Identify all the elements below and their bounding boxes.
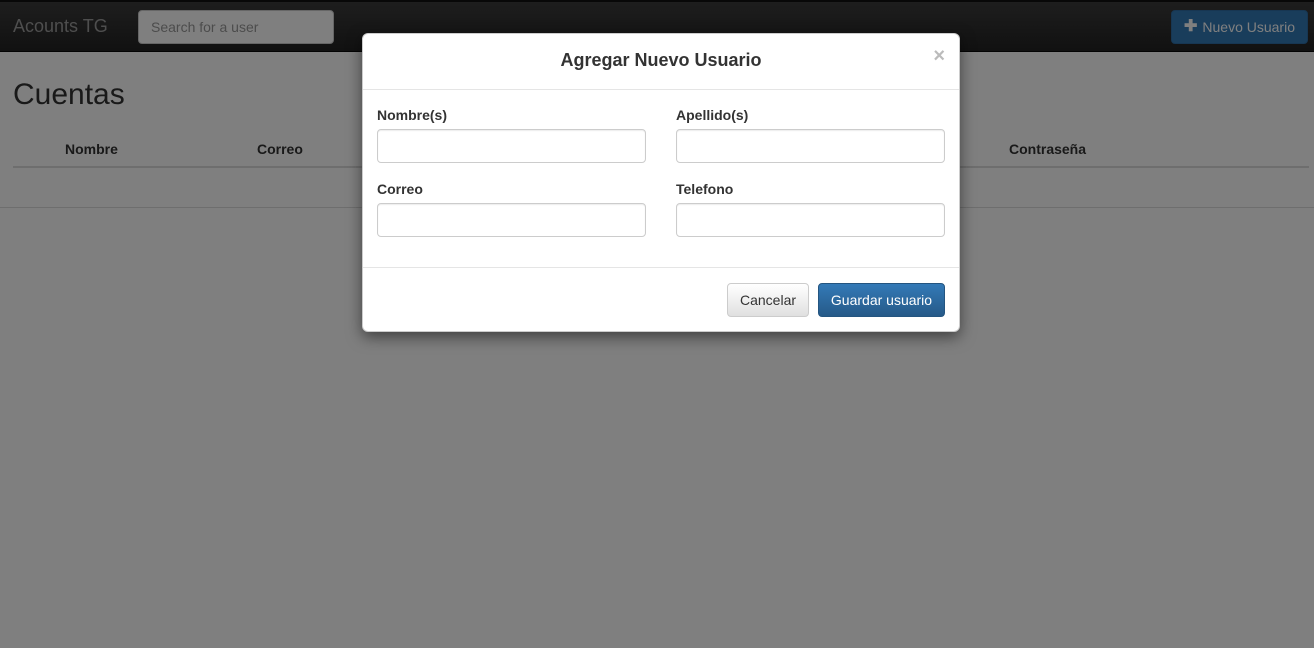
cancel-button[interactable]: Cancelar [727,283,809,317]
apellido-label: Apellido(s) [676,107,749,123]
correo-field[interactable] [377,203,646,237]
add-user-modal: Agregar Nuevo Usuario × Nombre(s) Apelli… [362,33,960,332]
modal-title: Agregar Nuevo Usuario [560,50,762,70]
apellido-field[interactable] [676,129,945,163]
modal-header: Agregar Nuevo Usuario × [363,34,959,90]
correo-label: Correo [377,181,423,197]
close-icon[interactable]: × [933,46,945,66]
nombre-field[interactable] [377,129,646,163]
nombre-label: Nombre(s) [377,107,448,123]
telefono-label: Telefono [676,181,734,197]
save-user-button[interactable]: Guardar usuario [818,283,945,317]
modal-footer: Cancelar Guardar usuario [363,267,959,331]
telefono-field[interactable] [676,203,945,237]
